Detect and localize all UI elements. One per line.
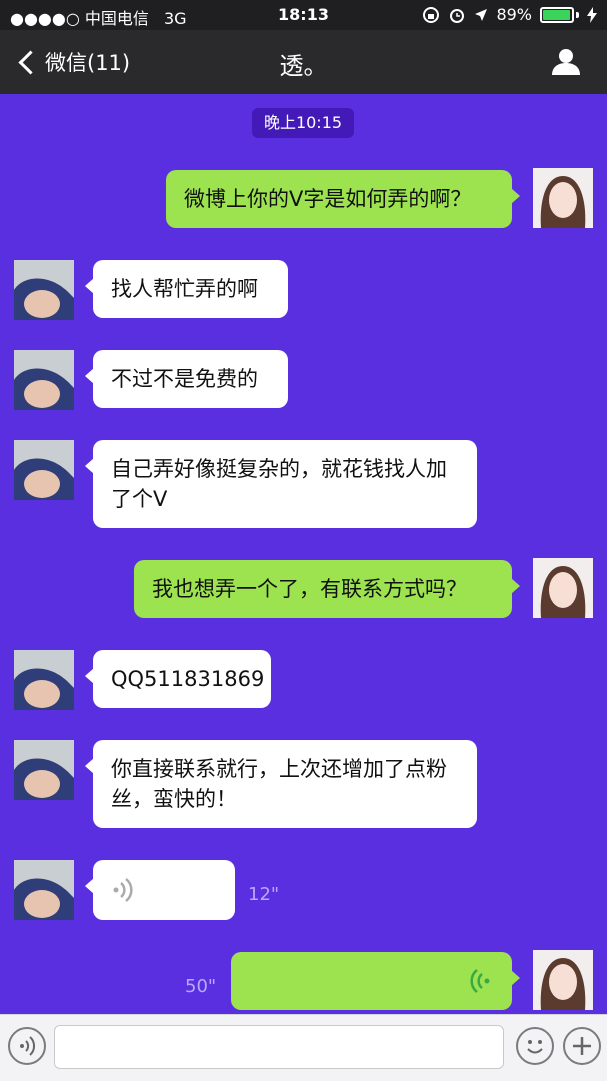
- battery-cap: [576, 11, 579, 18]
- emoji-button[interactable]: [516, 1027, 554, 1065]
- message-bubble-received[interactable]: QQ511831869: [85, 650, 271, 708]
- my-avatar[interactable]: [533, 168, 593, 228]
- timestamp: 晚上10:15: [252, 108, 354, 138]
- male-avatar-image: [14, 260, 74, 320]
- chat-area[interactable]: 晚上10:15 微博上你的V字是如何弄的啊？ 找人帮忙弄的啊 不过不是免费的 自…: [0, 94, 607, 1014]
- status-bar: ●●●●○ 中国电信 3G 18:13 89%: [0, 0, 607, 30]
- nav-bar: 微信(11) 透。: [0, 30, 607, 94]
- male-avatar-image: [14, 350, 74, 410]
- voice-toggle-button[interactable]: [8, 1027, 46, 1065]
- contact-avatar[interactable]: [14, 350, 74, 410]
- female-avatar-image: [533, 950, 593, 1010]
- my-avatar[interactable]: [533, 950, 593, 1010]
- plus-icon: [573, 1037, 591, 1055]
- female-avatar-image: [533, 168, 593, 228]
- message-bubble-received[interactable]: 不过不是免费的: [85, 350, 288, 408]
- rotation-lock-icon: [423, 6, 440, 23]
- battery-percent: 89%: [496, 5, 532, 24]
- contact-avatar[interactable]: [14, 860, 74, 920]
- message-bubble-sent[interactable]: 微博上你的V字是如何弄的啊？: [166, 170, 520, 228]
- message-bubble-received[interactable]: 你直接联系就行，上次还增加了点粉丝，蛮快的！: [85, 740, 477, 828]
- alarm-icon: [450, 8, 465, 23]
- emoji-icon: [527, 1040, 543, 1054]
- male-avatar-image: [14, 650, 74, 710]
- chat-title: 透。: [279, 52, 328, 80]
- contact-avatar[interactable]: [14, 650, 74, 710]
- contact-avatar[interactable]: [14, 440, 74, 500]
- charging-icon: [587, 6, 597, 23]
- voice-wave-icon: [113, 878, 133, 902]
- input-bar: [0, 1014, 607, 1081]
- message-bubble-received[interactable]: 找人帮忙弄的啊: [85, 260, 288, 318]
- voice-duration: 12": [248, 884, 280, 905]
- battery-fill: [543, 9, 570, 20]
- male-avatar-image: [14, 860, 74, 920]
- voice-wave-icon: [470, 969, 490, 993]
- message-bubble-sent[interactable]: 我也想弄一个了，有联系方式吗？: [134, 560, 520, 618]
- contact-avatar[interactable]: [14, 260, 74, 320]
- my-avatar[interactable]: [533, 558, 593, 618]
- status-right: 89%: [422, 5, 597, 24]
- voice-icon: [20, 1036, 36, 1056]
- battery-icon: [540, 6, 574, 23]
- voice-message-sent[interactable]: [231, 952, 520, 1010]
- person-icon[interactable]: [551, 46, 581, 76]
- message-input[interactable]: [54, 1025, 504, 1069]
- male-avatar-image: [14, 440, 74, 500]
- voice-message-received[interactable]: [85, 860, 235, 920]
- male-avatar-image: [14, 740, 74, 800]
- female-avatar-image: [533, 558, 593, 618]
- contact-avatar[interactable]: [14, 740, 74, 800]
- message-bubble-received[interactable]: 自己弄好像挺复杂的，就花钱找人加了个V: [85, 440, 477, 528]
- more-button[interactable]: [563, 1027, 601, 1065]
- voice-duration: 50": [185, 976, 217, 997]
- location-icon: [475, 8, 488, 21]
